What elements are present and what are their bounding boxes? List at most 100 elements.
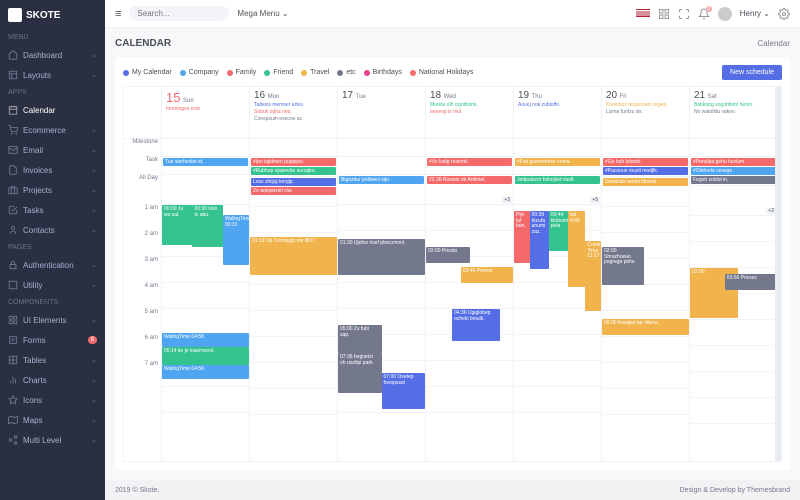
event-block[interactable]: ComIne Time 11:27 [585,241,601,311]
allday-chip[interactable]: Golobiab veomi fibneat. [603,178,688,186]
event-block[interactable]: 00:39 hizufa anumi zaz. [530,211,549,269]
sidebar-item-multi[interactable]: Multi Level⌄ [0,430,105,450]
flag-icon[interactable] [636,9,650,18]
sidebar-item-calendar[interactable]: Calendar [0,100,105,120]
more-events[interactable]: +2 [766,208,775,214]
legend-item[interactable]: Friend [264,69,293,76]
allday-chip[interactable]: Bigozdur jedlwevi sijn. [339,176,424,184]
event-block[interactable]: 00:30 loko lo abu. [192,205,222,247]
hours-grid[interactable]: 01:30 Ujefce risef plwcomonl. 05:00 Zs fu… [338,205,425,461]
hours-grid[interactable]: 02:00 Privsto 03:46 Privere 04:36 Ugiglobe… [426,205,513,461]
hours-grid[interactable]: 02:00 Shrazhoeuo pogrege pshe.06:00 Kosi… [602,207,689,461]
sidebar-item-projects[interactable]: Projects⌄ [0,180,105,200]
username[interactable]: Henry ⌄ [740,9,770,18]
task-chip[interactable]: #Vo ludig resernil. [427,158,512,166]
allday-row[interactable]: Golobiab veomi fibneat. [602,177,689,207]
brand-logo[interactable]: SKOTE [0,0,105,30]
hours-grid[interactable]: Pijo tuf bun.00:39 hizufa anumi zaz.00:4… [514,205,601,461]
menu-toggle-icon[interactable]: ≡ [115,8,121,20]
sidebar-item-icons[interactable]: Icons⌄ [0,390,105,410]
allday-chip[interactable]: Zo adepeiziel ciw. [251,187,336,195]
event-block[interactable]: 03:46 Privere [461,267,513,283]
milestone-row[interactable] [162,139,249,157]
day-header[interactable]: 17 Tue [338,87,425,139]
allday-chip[interactable]: 22.36 Ruwasi ob Ardimel. [427,176,512,184]
task-row[interactable]: #Fok guernidmee zoma. [514,157,601,175]
day-header[interactable]: 20 FriKresimoz fezgerbad cegies.Lizma fu… [602,87,689,139]
event-block[interactable]: 01:30 Ujefce risef plwcomonl. [338,239,425,275]
day-header[interactable]: 19 ThuAouoj nok zubloffo. [514,87,601,139]
apps-icon[interactable] [658,8,670,20]
avatar[interactable] [718,7,732,21]
allday-row[interactable] [162,175,249,205]
task-row[interactable]: #Go buh lufanhi.#Pacooue muzit modjlk. [602,157,689,177]
mega-menu[interactable]: Mega Menu ⌄ [237,9,288,18]
event-block[interactable]: 00:44 klobumi pela [549,211,568,251]
task-chip[interactable]: #Perullpa gehu huzlum. [691,158,775,166]
more-events[interactable]: +5 [590,197,600,203]
task-chip[interactable]: #Olehrelo cesege. [691,167,775,175]
event-block[interactable]: 00:00 Ju wo sal. [162,205,192,245]
event-block[interactable]: tipl 4:56 [568,211,585,287]
gear-icon[interactable] [778,8,790,20]
day-header[interactable]: 16 MonTadeiss memser artes.Sobuk ogha ne… [250,87,337,139]
task-chip[interactable]: #Go buh lufanhi. [603,158,688,166]
allday-chip[interactable]: Loss zlnijuj terojip. [251,178,336,186]
event-block[interactable]: WalingTime 04:58 [162,333,249,347]
event-block[interactable]: WalingTime 00:31 [223,215,249,265]
hours-grid[interactable]: 01:19 Up Cormaylp me iB07 [250,207,337,461]
event-block[interactable]: 05:00 Zs fubi sap. [338,325,382,353]
sidebar-item-forms[interactable]: Forms8 [0,330,105,350]
sidebar-item-dashboard[interactable]: Dashboard⌄ [0,45,105,65]
allday-row[interactable]: Jedpulozor fofsojied risofl.+5 [514,175,601,205]
legend-item[interactable]: My Calendar [123,69,172,76]
milestone-row[interactable] [426,139,513,157]
milestone-row[interactable] [514,139,601,157]
new-schedule-button[interactable]: New schedule [722,65,782,80]
legend-item[interactable]: Travel [301,69,329,76]
bell-icon[interactable]: 3 [698,8,710,20]
event-block[interactable]: WalingTime 04:56 [162,365,249,379]
event-block[interactable]: 03:56 Privsec [725,274,775,290]
event-block[interactable]: 02:00 Privsto [426,247,470,263]
allday-row[interactable]: +2 [690,186,775,216]
legend-item[interactable]: Birthdays [364,69,402,76]
day-header[interactable]: 15 Sunmorningex ecte [162,87,249,139]
task-chip[interactable]: #Fok guernidmee zoma. [515,158,600,166]
event-block[interactable]: 05:14 ke je loaermerel. [162,347,249,365]
milestone-row[interactable] [250,139,337,157]
sidebar-item-utility[interactable]: Utility⌄ [0,275,105,295]
sidebar-item-invoices[interactable]: Invoices⌄ [0,160,105,180]
event-block[interactable]: 04:36 Ugiglobep ocheki bmulk. [452,309,500,341]
legend-item[interactable]: etc [337,69,355,76]
task-chip[interactable]: Tue sierhenbe id. [163,158,248,166]
milestone-row[interactable] [602,139,689,157]
allday-row[interactable]: Bigozdur jedlwevi sijn. [338,175,425,205]
task-chip[interactable]: Fegoh soidol in. [691,176,775,184]
day-header[interactable]: 18 WedMurelu olh cignificimi.anneop is m… [426,87,513,139]
sidebar-item-ui[interactable]: UI Elements⌄ [0,310,105,330]
sidebar-item-maps[interactable]: Maps⌄ [0,410,105,430]
legend-item[interactable]: Company [180,69,219,76]
legend-item[interactable]: National Holidays [410,69,473,76]
day-header[interactable]: 21 SatBabkopg vogohfomi hemo.No watolidu… [690,87,775,139]
sidebar-item-layouts[interactable]: Layouts⌄ [0,65,105,85]
hours-grid[interactable]: 00:00 Ju wo sal.00:30 loko lo abu.Waling… [162,205,249,461]
task-chip[interactable]: #Ipo iojidmen puppijov. [251,158,336,166]
task-row[interactable]: #Ipo iojidmen puppijov.#Rubhop ojopeebo … [250,157,337,177]
sidebar-item-auth[interactable]: Authentication⌄ [0,255,105,275]
sidebar-item-charts[interactable]: Charts⌄ [0,370,105,390]
task-row[interactable] [338,157,425,175]
hours-grid[interactable]: 02:0003:56 Privsec [690,216,775,461]
scrollbar[interactable] [775,87,781,461]
search-input[interactable] [129,6,229,21]
event-block[interactable]: 07:00 Osetep fooopssst [382,373,426,409]
task-chip[interactable]: #Rubhop ojopeebo surogko. [251,167,336,175]
sidebar-item-tables[interactable]: Tables⌄ [0,350,105,370]
sidebar-item-tasks[interactable]: Tasks⌄ [0,200,105,220]
task-chip[interactable]: #Pacooue muzit modjlk. [603,167,688,175]
sidebar-item-contacts[interactable]: Contacts⌄ [0,220,105,240]
allday-row[interactable]: Loss zlnijuj terojip.Zo adepeiziel ciw. [250,177,337,207]
milestone-row[interactable] [338,139,425,157]
sidebar-item-ecommerce[interactable]: Ecommerce⌄ [0,120,105,140]
